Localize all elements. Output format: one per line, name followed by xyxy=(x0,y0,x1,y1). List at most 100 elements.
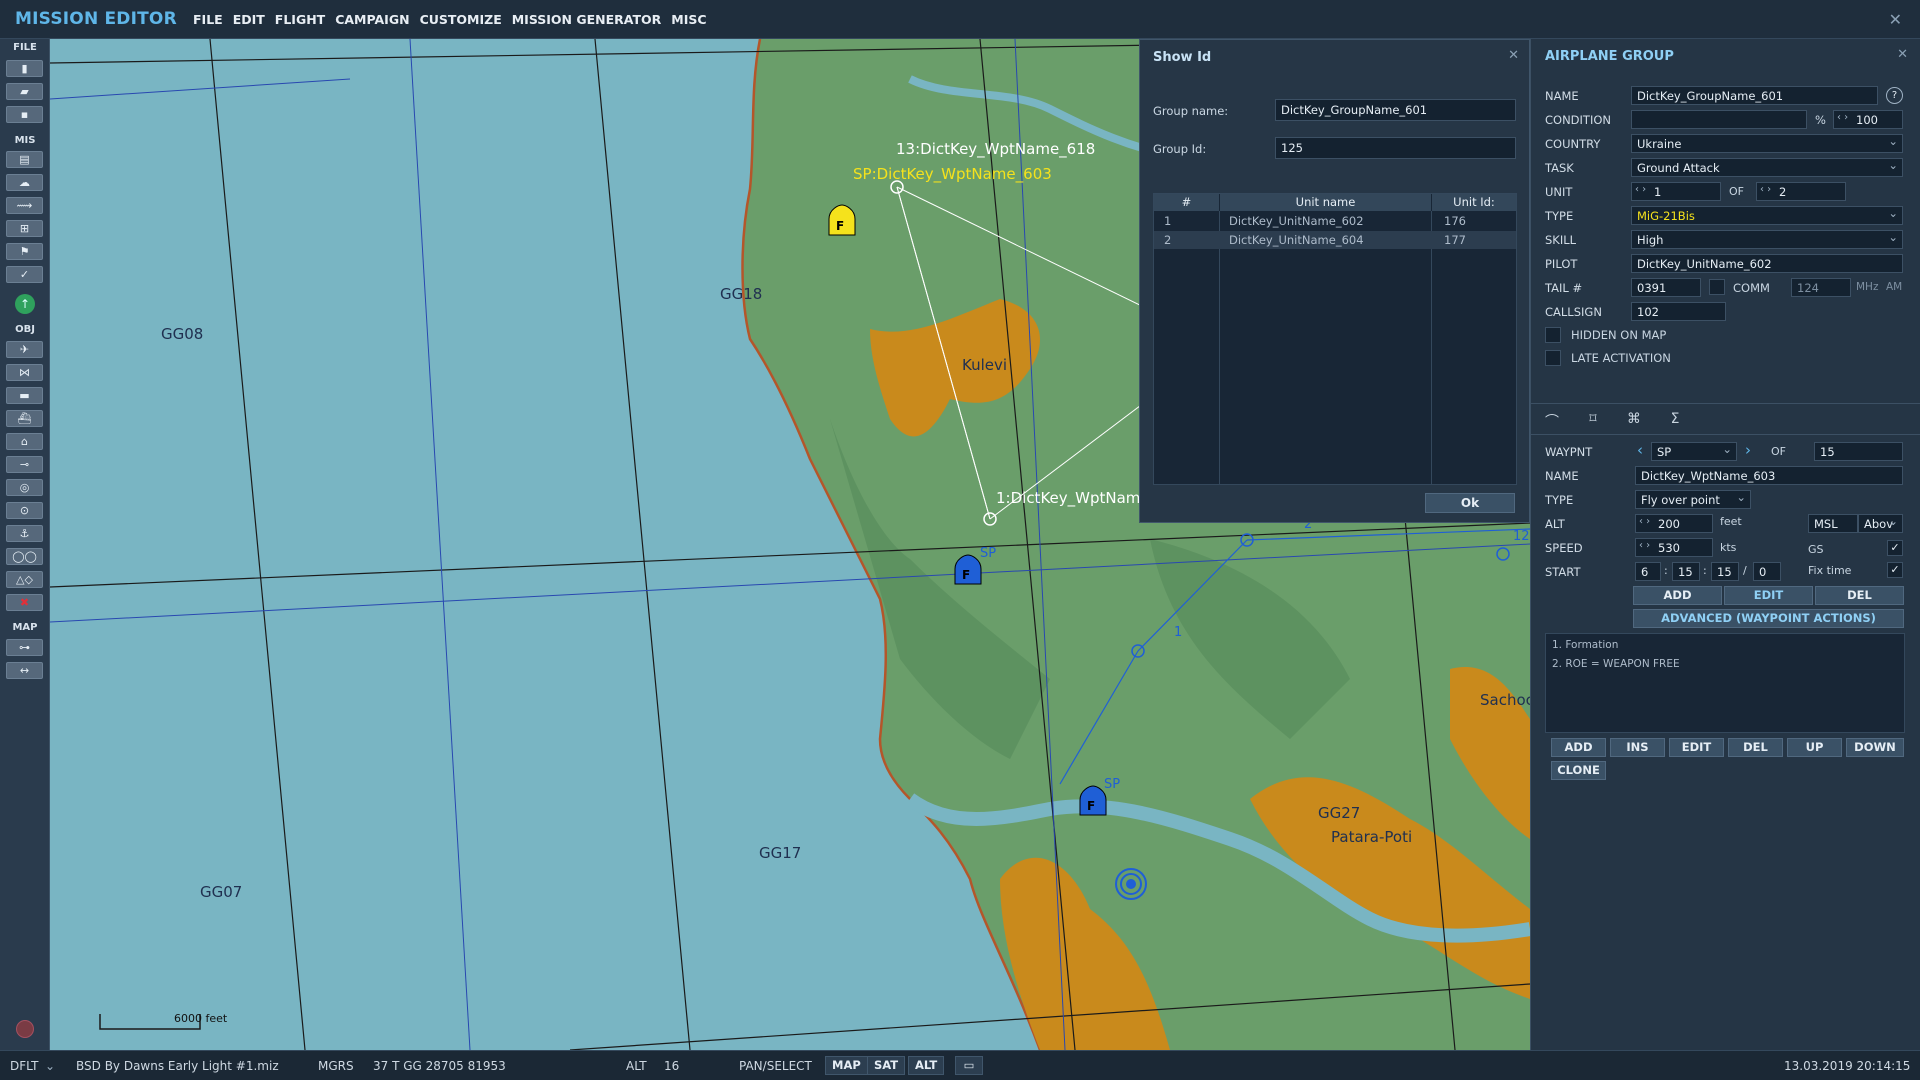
divider xyxy=(1531,434,1920,435)
callsign-input[interactable]: 102 xyxy=(1631,302,1726,321)
ship-icon[interactable]: ⛴ xyxy=(6,410,43,427)
tail-input[interactable]: 0391 xyxy=(1631,278,1701,297)
pilot-input[interactable]: DictKey_UnitName_602 xyxy=(1631,254,1903,273)
close-icon[interactable]: ✕ xyxy=(1889,10,1902,29)
waypoint-select[interactable]: SP xyxy=(1651,442,1737,461)
chevron-down-icon[interactable]: ⌄ xyxy=(45,1059,55,1073)
add-action-button[interactable]: ADD xyxy=(1551,738,1606,757)
menu-misc[interactable]: MISC xyxy=(671,12,706,27)
menu-edit[interactable]: EDIT xyxy=(233,12,265,27)
run-mission-icon[interactable]: ↑ xyxy=(15,294,35,314)
clone-action-button[interactable]: CLONE xyxy=(1551,761,1606,780)
country-select[interactable]: Ukraine xyxy=(1631,134,1903,153)
airplane-icon[interactable]: ✈ xyxy=(6,341,43,358)
comm-frequency-input[interactable]: 124 xyxy=(1791,278,1851,297)
list-item[interactable]: 2. ROE = WEAPON FREE xyxy=(1552,658,1680,670)
close-icon[interactable]: ✕ xyxy=(1508,48,1519,63)
condition-input[interactable] xyxy=(1631,110,1807,129)
edit-waypoint-button[interactable]: EDIT xyxy=(1724,586,1813,605)
new-file-icon[interactable]: ▮ xyxy=(6,60,43,77)
group-name-field[interactable]: DictKey_GroupName_601 xyxy=(1275,99,1516,121)
menu-file[interactable]: FILE xyxy=(193,12,223,27)
waypoint-name-input[interactable]: DictKey_WptName_603 xyxy=(1635,466,1903,485)
fix-time-checkbox[interactable]: ✓ xyxy=(1887,562,1903,578)
menu-campaign[interactable]: CAMPAIGN xyxy=(335,12,409,27)
group-name-input[interactable]: DictKey_GroupName_601 xyxy=(1631,86,1878,105)
trigger-zone-icon[interactable]: ⊞ xyxy=(6,220,43,237)
start-second-input[interactable]: 0 xyxy=(1753,562,1781,581)
ruler-icon[interactable]: ↔ xyxy=(6,662,43,679)
stepper-arrows-icon[interactable]: ‹ › xyxy=(1635,184,1646,195)
briefing-icon[interactable]: ▤ xyxy=(6,151,43,168)
toggle-icon[interactable]: ▭ xyxy=(955,1056,983,1075)
nav-point-icon[interactable]: ⚓ xyxy=(6,525,43,542)
next-waypoint-icon[interactable]: › xyxy=(1745,441,1751,459)
group-id-field[interactable]: 125 xyxy=(1275,137,1516,159)
delete-action-button[interactable]: DEL xyxy=(1728,738,1783,757)
menu-flight[interactable]: FLIGHT xyxy=(275,12,325,27)
route-tab-icon[interactable]: ⌒ xyxy=(1541,411,1563,431)
move-down-button[interactable]: DOWN xyxy=(1846,738,1904,757)
stepper-arrows-icon[interactable]: ‹ › xyxy=(1639,540,1650,551)
record-icon[interactable] xyxy=(16,1020,34,1038)
weather-icon[interactable]: ☁ xyxy=(6,174,43,191)
help-icon[interactable]: ? xyxy=(1886,87,1903,104)
summary-tab-icon[interactable]: Σ xyxy=(1664,411,1686,431)
list-item[interactable]: 1. Formation xyxy=(1552,639,1618,651)
map-mode-button[interactable]: MAP xyxy=(825,1056,868,1075)
menu-mission-generator[interactable]: MISSION GENERATOR xyxy=(512,12,662,27)
open-folder-icon[interactable]: ▰ xyxy=(6,83,43,100)
stepper-arrows-icon[interactable]: ‹ › xyxy=(1639,516,1650,527)
advanced-waypoint-actions-button[interactable]: ADVANCED (WAYPOINT ACTIONS) xyxy=(1633,609,1904,628)
start-minute-input[interactable]: 15 xyxy=(1711,562,1739,581)
table-row[interactable]: 1 DictKey_UnitName_602 176 xyxy=(1154,212,1516,230)
skill-select[interactable]: High xyxy=(1631,230,1903,249)
left-toolbar: FILE ▮ ▰ ▪ MIS ▤ ☁ ⟿ ⊞ ⚑ ✓ ↑ OBJ ✈ ⋈ ▬ ⛴… xyxy=(0,39,50,1050)
aircraft-type-select[interactable]: MiG-21Bis xyxy=(1631,206,1903,225)
task-select[interactable]: Ground Attack xyxy=(1631,158,1903,177)
row-number: 2 xyxy=(1164,233,1172,247)
route-icon[interactable]: ⟿ xyxy=(6,197,43,214)
ground-unit-icon[interactable]: ▬ xyxy=(6,387,43,404)
stepper-arrows-icon[interactable]: ‹ › xyxy=(1760,184,1771,195)
table-row[interactable]: 2 DictKey_UnitName_604 177 xyxy=(1154,231,1516,249)
ok-button[interactable]: Ok xyxy=(1425,493,1515,513)
start-day-input[interactable]: 6 xyxy=(1635,562,1661,581)
prev-waypoint-icon[interactable]: ‹ xyxy=(1637,441,1643,459)
menu-customize[interactable]: CUSTOMIZE xyxy=(420,12,502,27)
delete-icon[interactable]: ✖ xyxy=(6,594,43,611)
profile-select[interactable]: DFLT xyxy=(10,1059,39,1073)
payload-tab-icon[interactable]: ⌑ xyxy=(1582,411,1604,431)
triggered-actions-tab-icon[interactable]: ⌘ xyxy=(1623,411,1645,431)
move-up-button[interactable]: UP xyxy=(1787,738,1842,757)
target-icon[interactable]: ⊙ xyxy=(6,502,43,519)
helicopter-icon[interactable]: ⋈ xyxy=(6,364,43,381)
save-icon[interactable]: ▪ xyxy=(6,106,43,123)
zone-icon[interactable]: ◎ xyxy=(6,479,43,496)
start-hour-input[interactable]: 15 xyxy=(1672,562,1700,581)
alt-mode-select[interactable]: Abov xyxy=(1858,514,1903,533)
edit-action-button[interactable]: EDIT xyxy=(1669,738,1724,757)
stepper-arrows-icon[interactable]: ‹ › xyxy=(1837,112,1848,123)
waypoint-label: SP xyxy=(1104,777,1121,792)
add-waypoint-button[interactable]: ADD xyxy=(1633,586,1722,605)
group-icon[interactable]: ◯◯ xyxy=(6,548,43,565)
altitude-mode-button[interactable]: ALT xyxy=(908,1056,945,1075)
flag-icon[interactable]: ⚑ xyxy=(6,243,43,260)
hidden-on-map-checkbox[interactable] xyxy=(1545,327,1561,343)
satellite-mode-button[interactable]: SAT xyxy=(867,1056,906,1075)
waypoint-type-select[interactable]: Fly over point xyxy=(1635,490,1751,509)
trigger-icon[interactable]: ⊸ xyxy=(6,456,43,473)
close-icon[interactable]: ✕ xyxy=(1897,47,1908,62)
check-icon[interactable]: ✓ xyxy=(6,266,43,283)
gs-checkbox[interactable]: ✓ xyxy=(1887,540,1903,556)
column-header: Unit name xyxy=(1220,194,1431,211)
insert-action-button[interactable]: INS xyxy=(1610,738,1665,757)
delete-waypoint-button[interactable]: DEL xyxy=(1815,586,1904,605)
shapes-icon[interactable]: △◇ xyxy=(6,571,43,588)
late-activation-checkbox[interactable] xyxy=(1545,350,1561,366)
map-options-icon[interactable]: ⊶ xyxy=(6,639,43,656)
waypoint-label: WAYPNT xyxy=(1545,445,1593,459)
static-object-icon[interactable]: ⌂ xyxy=(6,433,43,450)
comm-checkbox[interactable] xyxy=(1709,279,1725,295)
